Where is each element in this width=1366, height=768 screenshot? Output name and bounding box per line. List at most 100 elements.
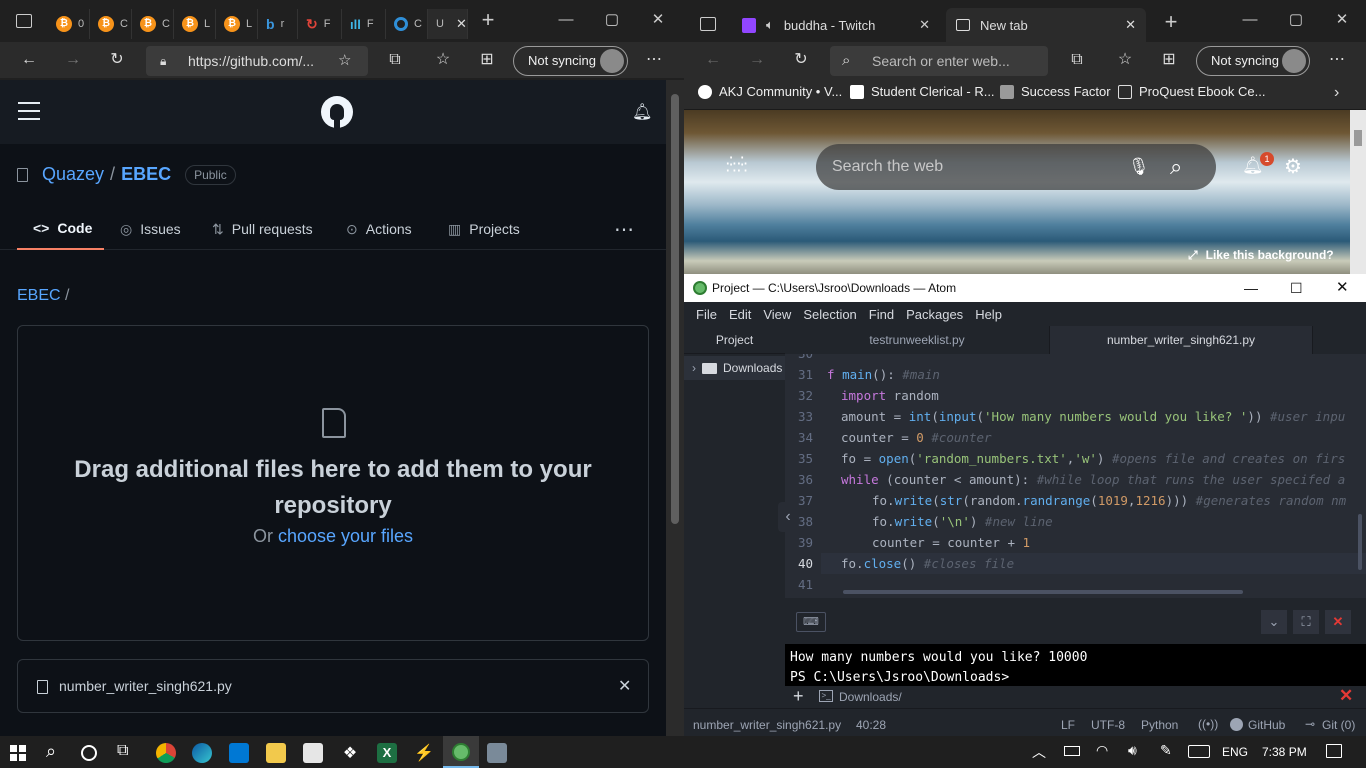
extensions-icon[interactable]: ⧉ — [1066, 50, 1088, 70]
apps-grid-icon[interactable]: ∴∴ ∴∴ — [726, 154, 748, 177]
browser-tab[interactable]: ₿ L — [216, 9, 258, 39]
action-center-icon[interactable] — [1326, 744, 1342, 758]
store-icon[interactable] — [303, 743, 323, 763]
settings-gear-icon[interactable]: ⚙ — [1284, 154, 1302, 179]
tab-actions-icon[interactable] — [700, 17, 716, 31]
browser-tab[interactable]: ₿ C — [90, 9, 132, 39]
back-icon[interactable]: ← — [18, 50, 40, 70]
minimize-icon[interactable]: — — [1244, 274, 1258, 302]
chrome-icon[interactable] — [156, 743, 176, 763]
github-logo-icon[interactable] — [321, 96, 353, 128]
browser-tab[interactable]: ₿ C — [132, 9, 174, 39]
menu-find[interactable]: Find — [863, 307, 900, 322]
maximize-icon[interactable]: ▢ — [602, 10, 622, 30]
horizontal-scrollbar[interactable] — [843, 590, 1243, 594]
dropbox-icon[interactable]: ❖ — [340, 743, 360, 763]
menu-selection[interactable]: Selection — [797, 307, 862, 322]
bookmark-item[interactable]: ProQuest Ebook Ce... — [1118, 84, 1265, 99]
browser-tab[interactable]: C — [386, 9, 428, 39]
minimize-icon[interactable]: — — [556, 10, 576, 30]
task-view-icon[interactable]: ⧉ — [117, 742, 128, 760]
editor-tab-active[interactable]: number_writer_singh621.py — [1049, 326, 1313, 354]
input-language[interactable]: ENG — [1222, 745, 1248, 759]
tab-projects[interactable]: ▥ Projects — [448, 208, 520, 250]
collections-icon[interactable]: ⊞ — [476, 50, 498, 70]
choose-files-link[interactable]: choose your files — [278, 526, 413, 546]
scrollbar-thumb[interactable] — [1354, 130, 1362, 146]
kill-terminal-icon[interactable]: ✕ — [1339, 686, 1353, 706]
status-encoding[interactable]: UTF-8 — [1091, 718, 1125, 732]
like-background-link[interactable]: ⤢ Like this background? — [1188, 248, 1334, 263]
tree-header[interactable]: Project — [684, 326, 785, 354]
browser-tab[interactable]: br — [258, 9, 298, 39]
chevron-down-icon[interactable]: ⌄ — [1261, 610, 1287, 634]
forward-icon[interactable]: → — [746, 50, 768, 70]
tree-folder-downloads[interactable]: › Downloads — [684, 356, 785, 380]
status-grammar[interactable]: Python — [1141, 718, 1178, 732]
maximize-panel-icon[interactable]: ⛶ — [1293, 610, 1319, 634]
editor-tab[interactable]: testrunweeklist.py — [785, 326, 1049, 354]
favorites-icon[interactable]: ☆ — [1114, 50, 1136, 70]
chevron-right-icon[interactable]: › — [1334, 84, 1339, 102]
new-tab-icon[interactable]: + — [1161, 11, 1181, 33]
terminal-tab[interactable]: >_ Downloads/ — [819, 690, 902, 704]
scrollbar-thumb[interactable] — [671, 94, 679, 524]
app-window-icon[interactable] — [487, 743, 507, 763]
search-icon[interactable]: ⌕ — [1170, 144, 1182, 190]
web-search-box[interactable]: Search the web 🎙︎ ⌕ — [816, 144, 1216, 190]
close-icon[interactable]: ✕ — [456, 16, 467, 32]
close-icon[interactable]: ✕ — [1125, 17, 1136, 33]
tab-actions-icon[interactable] — [16, 14, 32, 28]
volume-icon[interactable]: 🔊︎ — [1128, 742, 1137, 759]
address-bar[interactable]: 🔒︎ https://github.com/... ☆ — [146, 46, 368, 76]
windows-start-icon[interactable] — [10, 745, 26, 761]
microphone-icon[interactable]: 🎙︎ — [1128, 144, 1150, 190]
tab-actions[interactable]: ⊙ Actions — [346, 208, 412, 250]
repo-name-link[interactable]: EBEC — [121, 164, 171, 185]
remove-file-icon[interactable]: ✕ — [618, 676, 631, 696]
window-close-icon[interactable]: ✕ — [1332, 10, 1352, 30]
mail-icon[interactable] — [229, 743, 249, 763]
favorite-add-icon[interactable]: ☆ — [338, 46, 351, 76]
close-icon[interactable]: ✕ — [919, 17, 930, 33]
sync-button[interactable]: Not syncing — [513, 46, 628, 76]
maximize-icon[interactable]: ☐ — [1290, 274, 1303, 302]
more-tabs-icon[interactable]: ⋯ — [614, 208, 634, 250]
status-line-ending[interactable]: LF — [1061, 718, 1075, 732]
extensions-icon[interactable]: ⧉ — [384, 50, 406, 70]
wifi-icon[interactable]: ◠ — [1096, 742, 1108, 759]
browser-tab[interactable]: ₿ 0 — [48, 9, 90, 39]
cortana-icon[interactable] — [81, 745, 97, 761]
address-bar[interactable]: ⌕ Search or enter web... — [830, 46, 1048, 76]
tab-code[interactable]: <> Code — [17, 208, 104, 250]
menu-packages[interactable]: Packages — [900, 307, 969, 322]
excel-icon[interactable]: X — [377, 743, 397, 763]
minimize-icon[interactable]: — — [1240, 10, 1260, 30]
browser-tab[interactable]: ↻ F — [298, 9, 342, 39]
browser-tab-active[interactable]: U ✕ — [428, 9, 468, 39]
refresh-icon[interactable]: ↻ — [106, 50, 128, 70]
menu-view[interactable]: View — [757, 307, 797, 322]
code-editor[interactable]: 30 31 32 33 34 35 36 37 38 39 40 41 f ma… — [785, 354, 1366, 598]
file-explorer-icon[interactable] — [266, 743, 286, 763]
ntp-scrollbar[interactable] — [1350, 110, 1366, 274]
keyboard-icon[interactable]: ⌨ — [796, 612, 826, 632]
hamburger-menu-icon[interactable] — [18, 102, 40, 120]
bookmark-item[interactable]: Success Factor — [1000, 84, 1111, 99]
more-icon[interactable]: ⋯ — [1326, 50, 1348, 70]
touch-keyboard-icon[interactable] — [1188, 745, 1210, 758]
status-file-path[interactable]: number_writer_singh621.py — [693, 718, 841, 732]
browser-tab[interactable]: ₿ L — [174, 9, 216, 39]
status-cursor-position[interactable]: 40:28 — [856, 718, 886, 732]
bookmark-item[interactable]: AKJ Community • V... — [698, 84, 842, 99]
bookmark-item[interactable]: Student Clerical - R... — [850, 84, 995, 99]
close-terminal-icon[interactable]: ✕ — [1325, 610, 1351, 634]
browser-tab[interactable]: ıll F — [342, 9, 386, 39]
terminal-output[interactable]: How many numbers would you like? 10000 P… — [785, 644, 1366, 686]
powershell-icon[interactable]: ⚡ — [414, 743, 434, 763]
tab-issues[interactable]: ◎ Issues — [120, 208, 181, 250]
more-icon[interactable]: ⋯ — [643, 50, 665, 70]
status-github[interactable]: GitHub — [1248, 718, 1285, 732]
browser-tab[interactable]: 🔈︎ buddha - Twitch ✕ — [732, 8, 940, 42]
edge-icon[interactable] — [192, 743, 212, 763]
